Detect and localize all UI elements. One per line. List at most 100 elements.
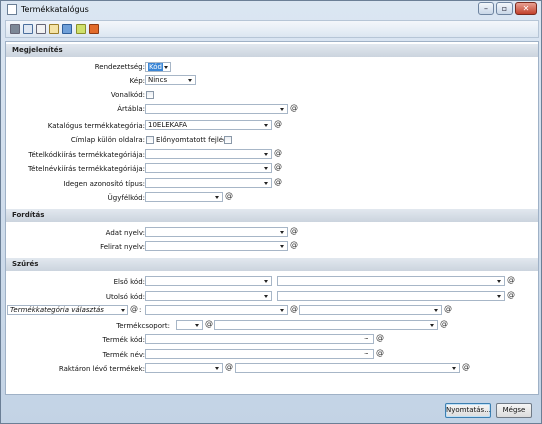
- print-button[interactable]: Nyomtatás...: [445, 403, 491, 418]
- chevron-down-icon: [280, 108, 284, 111]
- chevron-down-icon: [280, 309, 284, 312]
- minimize-icon[interactable]: –: [478, 2, 494, 15]
- chevron-down-icon: [497, 280, 501, 283]
- title-bar: Termékkatalógus – ▫ ✕: [1, 1, 541, 19]
- category-link-icon[interactable]: @: [274, 119, 282, 129]
- item-code-cat-label: Tételkódkiírás termékkategóriája:: [28, 151, 145, 159]
- stock-name-link-icon[interactable]: @: [462, 362, 470, 372]
- pricelist-link-icon[interactable]: @: [290, 103, 298, 113]
- chevron-down-icon: [264, 153, 268, 156]
- order-value: Kód: [148, 63, 163, 71]
- group-select[interactable]: [176, 320, 203, 330]
- cancel-button[interactable]: Mégse: [496, 403, 532, 418]
- stock-link-icon[interactable]: @: [225, 362, 233, 372]
- group-link-icon[interactable]: @: [205, 319, 213, 329]
- product-code-input[interactable]: ···: [145, 334, 374, 344]
- group-label: Termékcsoport:: [116, 322, 170, 330]
- dialog-window: Termékkatalógus – ▫ ✕ Megjelenítés Rende…: [0, 0, 542, 424]
- chevron-down-icon: [264, 167, 268, 170]
- product-name-link-icon[interactable]: @: [376, 348, 384, 358]
- chevron-down-icon: [164, 66, 168, 69]
- client-link-icon[interactable]: @: [225, 191, 233, 201]
- product-name-label: Termék név:: [102, 351, 145, 359]
- section-translation: Fordítás: [6, 209, 538, 222]
- image-label: Kép:: [129, 77, 145, 85]
- product-name-input[interactable]: ···: [145, 349, 374, 359]
- pricelist-label: Ártábla:: [117, 105, 145, 113]
- section-filter: Szűrés: [6, 258, 538, 271]
- pricelist-select[interactable]: [145, 104, 288, 114]
- stock-label: Raktáron lévő termékek:: [58, 365, 145, 373]
- first-code-link-icon[interactable]: @: [507, 275, 515, 285]
- chevron-down-icon: [264, 280, 268, 283]
- item-name-cat-select[interactable]: [145, 163, 272, 173]
- close-icon[interactable]: ✕: [515, 2, 537, 15]
- maximize-icon[interactable]: ▫: [496, 2, 513, 15]
- database-icon[interactable]: [76, 24, 86, 34]
- client-select[interactable]: [145, 192, 223, 202]
- caption-lang-label: Felirat nyelv:: [100, 243, 145, 251]
- data-lang-link-icon[interactable]: @: [290, 226, 298, 236]
- chevron-down-icon: [430, 324, 434, 327]
- first-code-name-select[interactable]: [277, 276, 505, 286]
- chevron-down-icon: [280, 231, 284, 234]
- last-code-select[interactable]: [145, 291, 272, 301]
- client-label: Ügyfélkód:: [107, 194, 145, 202]
- form-panel: Megjelenítés Rendezettség: Kód Kép: Ninc…: [5, 41, 539, 395]
- header-checkbox[interactable]: [224, 136, 232, 144]
- item-code-cat-select[interactable]: [145, 149, 272, 159]
- product-code-link-icon[interactable]: @: [376, 333, 384, 343]
- category-choice-value: Termékkategória választás: [10, 306, 104, 314]
- category-label: Katalógus termékkategória:: [47, 122, 145, 130]
- first-code-select[interactable]: [145, 276, 272, 286]
- product-code-label: Termék kód:: [102, 336, 145, 344]
- edit-icon[interactable]: [49, 24, 59, 34]
- data-lang-select[interactable]: [145, 227, 288, 237]
- first-code-label: Első kód:: [113, 278, 145, 286]
- chevron-down-icon: [188, 79, 192, 82]
- export-icon[interactable]: [89, 24, 99, 34]
- copy-icon[interactable]: [36, 24, 46, 34]
- last-code-name-select[interactable]: [277, 291, 505, 301]
- section-display: Megjelenítés: [6, 44, 538, 57]
- window-title: Termékkatalógus: [21, 5, 89, 14]
- category-select[interactable]: 10ELEKAFA: [145, 120, 272, 130]
- order-label: Rendezettség:: [94, 63, 145, 71]
- last-code-link-icon[interactable]: @: [507, 290, 515, 300]
- category-choice-select[interactable]: Termékkategória választás: [7, 305, 128, 315]
- chevron-down-icon: [264, 182, 268, 185]
- barcode-checkbox[interactable]: [146, 91, 154, 99]
- order-select[interactable]: Kód: [145, 62, 171, 72]
- category-filter-name-link-icon[interactable]: @: [444, 304, 452, 314]
- item-name-cat-link-icon[interactable]: @: [274, 162, 282, 172]
- foreign-id-link-icon[interactable]: @: [274, 177, 282, 187]
- category-choice-link-icon[interactable]: @: [130, 304, 138, 314]
- cover-checkbox[interactable]: [146, 136, 154, 144]
- item-code-cat-link-icon[interactable]: @: [274, 148, 282, 158]
- category-filter-name-select[interactable]: [299, 305, 442, 315]
- chevron-down-icon: [497, 295, 501, 298]
- toolbar: [5, 20, 539, 38]
- ellipsis-icon: ···: [364, 350, 369, 358]
- last-code-label: Utolsó kód:: [105, 293, 145, 301]
- caption-lang-link-icon[interactable]: @: [290, 240, 298, 250]
- cover-label: Címlap külön oldalra:: [70, 136, 145, 144]
- group-name-select[interactable]: [214, 320, 438, 330]
- foreign-id-label: Idegen azonosító típus:: [63, 180, 145, 188]
- data-lang-label: Adat nyelv:: [105, 229, 145, 237]
- caption-lang-select[interactable]: [145, 241, 288, 251]
- image-value: Nincs: [148, 76, 168, 84]
- print-icon[interactable]: [10, 24, 20, 34]
- stock-name-select[interactable]: [235, 363, 460, 373]
- image-select[interactable]: Nincs: [145, 75, 196, 85]
- chevron-down-icon: [215, 367, 219, 370]
- category-filter-select[interactable]: [145, 305, 288, 315]
- stock-select[interactable]: [145, 363, 223, 373]
- preview-icon[interactable]: [23, 24, 33, 34]
- category-value: 10ELEKAFA: [148, 121, 188, 129]
- foreign-id-select[interactable]: [145, 178, 272, 188]
- chevron-down-icon: [280, 245, 284, 248]
- table-icon[interactable]: [62, 24, 72, 34]
- category-filter-link-icon[interactable]: @: [290, 304, 298, 314]
- group-name-link-icon[interactable]: @: [440, 319, 448, 329]
